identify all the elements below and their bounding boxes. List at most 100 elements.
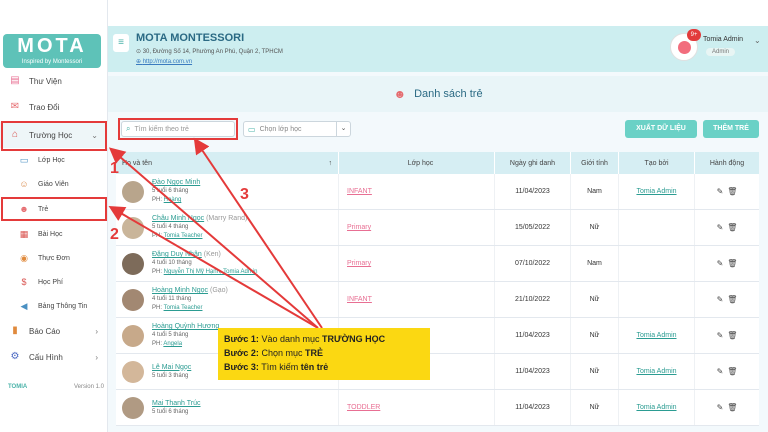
mota-logo[interactable]: MOTA Inspired by Montessori xyxy=(3,34,101,68)
child-nickname: (Marry Rand) xyxy=(206,215,248,222)
sidebar-subitem-lessons[interactable]: ▦ Bài Học xyxy=(0,223,108,245)
cell-gender: Nữ xyxy=(571,282,619,317)
parent-link[interactable]: Hoàng xyxy=(164,197,182,203)
creator-link[interactable]: Tomia Admin xyxy=(636,332,676,339)
cell-creator: Tomia Admin xyxy=(619,354,695,389)
organization-website-link[interactable]: ⊕ http://mota.com.vn xyxy=(136,58,192,65)
child-info: Đào Ngọc Minh 5 tuổi 6 tháng PH: Hoàng xyxy=(152,178,200,205)
parent-link[interactable]: Angela xyxy=(163,341,182,347)
teacher-icon: ☺ xyxy=(19,179,29,189)
sort-icon: ↑ xyxy=(328,159,333,167)
child-age: 5 tuổi 4 tháng xyxy=(152,224,189,230)
organization-name: MOTA MONTESSORI xyxy=(136,32,245,44)
trash-icon[interactable]: 🗑 xyxy=(727,187,737,196)
creator-link[interactable]: Tomia Admin xyxy=(636,188,676,195)
child-age: 5 tuổi 6 tháng xyxy=(152,408,189,415)
child-info: Hoàng Quỳnh Hương 4 tuổi 5 tháng PH: Ange… xyxy=(152,322,219,349)
step-number-3: 3 xyxy=(240,186,249,203)
step-2-text: Bước 2: Chọn mục TRẺ xyxy=(224,346,424,360)
table-row[interactable]: Mai Thanh Trúc 5 tuổi 6 tháng TODDLER 11/0… xyxy=(116,390,759,426)
table-row[interactable]: Đào Ngọc Minh 5 tuổi 6 tháng PH: Hoàng INF… xyxy=(116,174,759,210)
sidebar-item-reports[interactable]: ▮ Báo Cáo › xyxy=(0,318,108,344)
app-version: Version 1.0 xyxy=(73,384,104,390)
child-name-link[interactable]: Đặng Duy Nhân xyxy=(152,251,202,258)
sidebar-subitem-classes[interactable]: ▭ Lớp Học xyxy=(0,149,108,171)
parent-link[interactable]: Tomia Teacher xyxy=(164,233,203,239)
add-child-button[interactable]: THÊM TRẺ xyxy=(703,120,759,138)
hamburger-menu-button[interactable]: ≡ xyxy=(113,34,129,52)
class-link[interactable]: Primary xyxy=(347,260,371,267)
sidebar-item-library[interactable]: ▤ Thư Viện xyxy=(0,68,108,94)
trash-icon[interactable]: 🗑 xyxy=(727,295,737,304)
child-name-link[interactable]: Đào Ngọc Minh xyxy=(152,179,200,186)
sidebar-subitem-children[interactable]: ☻ Trẻ xyxy=(0,198,108,220)
sidebar-item-label: Cấu Hình xyxy=(29,352,63,362)
sidebar-subitem-tuition[interactable]: $ Học Phí xyxy=(0,271,108,293)
sidebar-subitem-teachers[interactable]: ☺ Giáo Viên xyxy=(0,173,108,195)
sidebar-subitem-menu[interactable]: ◉ Thực Đơn xyxy=(0,247,108,269)
export-data-button[interactable]: XUẤT DỮ LIỆU xyxy=(625,120,697,138)
child-name-link[interactable]: Lê Mai Ngọc xyxy=(152,364,191,371)
child-name-link[interactable]: Hoàng Minh Ngọc xyxy=(152,287,208,294)
trash-icon[interactable]: 🗑 xyxy=(727,259,737,268)
child-age: 4 tuổi 5 tháng xyxy=(152,332,189,338)
table-row[interactable]: Đặng Duy Nhân (Ken) 4 tuổi 10 tháng PH: Ng… xyxy=(116,246,759,282)
notification-badge[interactable]: 9+ xyxy=(687,29,701,41)
sidebar-item-label: Báo Cáo xyxy=(29,326,61,336)
trash-icon[interactable]: 🗑 xyxy=(727,367,737,376)
class-link[interactable]: TODDLER xyxy=(347,404,380,411)
cell-date: 11/04/2023 xyxy=(495,318,571,353)
edit-icon[interactable]: ✎ xyxy=(717,331,724,340)
sidebar-subitem-label: Bài Học xyxy=(38,230,63,238)
table-row[interactable]: Lê Mai Ngọc 5 tuổi 3 tháng 11/04/2023 Nữ To… xyxy=(116,354,759,390)
search-input[interactable]: ⌕ Tìm kiếm theo trẻ xyxy=(121,121,235,137)
edit-icon[interactable]: ✎ xyxy=(717,259,724,268)
edit-icon[interactable]: ✎ xyxy=(717,403,724,412)
cell-creator xyxy=(619,246,695,281)
sidebar-item-settings[interactable]: ⚙ Cấu Hình › xyxy=(0,344,108,370)
child-name-link[interactable]: Hoàng Quỳnh Hương xyxy=(152,323,219,330)
trash-icon[interactable]: 🗑 xyxy=(727,331,737,340)
table-row[interactable]: Hoàng Minh Ngọc (Gạo) 4 tuổi 11 tháng PH: … xyxy=(116,282,759,318)
step-1-target: TRƯỜNG HỌC xyxy=(322,334,386,344)
parent-link[interactable]: Nguyễn Thị Mỹ Hạnh, Tomia Admin xyxy=(164,269,258,275)
sidebar-item-school[interactable]: ⌂ Trường Học ⌄ xyxy=(0,122,108,148)
table-row[interactable]: Châu Minh Ngọc (Marry Rand) 5 tuổi 4 thán… xyxy=(116,210,759,246)
sidebar-footer: TOMIA Version 1.0 xyxy=(8,384,104,390)
cell-name: Đào Ngọc Minh 5 tuổi 6 tháng PH: Hoàng xyxy=(116,174,339,209)
sidebar-item-label: Thư Viện xyxy=(29,76,62,86)
school-icon: ⌂ xyxy=(11,129,19,140)
edit-icon[interactable]: ✎ xyxy=(717,367,724,376)
creator-link[interactable]: Tomia Admin xyxy=(636,368,676,375)
cell-gender: Nữ xyxy=(571,390,619,425)
trash-icon[interactable]: 🗑 xyxy=(727,403,737,412)
step-2-target: TRẺ xyxy=(305,348,323,358)
sidebar-subitem-label: Trẻ xyxy=(38,205,49,213)
header-name[interactable]: Họ và tên ↑ xyxy=(116,152,339,174)
table-row[interactable]: Hoàng Quỳnh Hương 4 tuổi 5 tháng PH: Ange… xyxy=(116,318,759,354)
child-name-link[interactable]: Châu Minh Ngọc xyxy=(152,215,204,222)
header-name-label: Họ và tên xyxy=(122,159,152,167)
user-name[interactable]: Tomia Admin xyxy=(703,36,743,43)
class-link[interactable]: Primary xyxy=(347,224,371,231)
chevron-down-icon[interactable]: ⌄ xyxy=(754,36,761,45)
class-link[interactable]: INFANT xyxy=(347,188,372,195)
edit-icon[interactable]: ✎ xyxy=(717,187,724,196)
child-nickname: (Gạo) xyxy=(209,287,228,294)
parent-link[interactable]: Tomia Teacher xyxy=(164,305,203,311)
cell-class: INFANT xyxy=(339,282,495,317)
sidebar-subitem-bulletin[interactable]: ◀ Bảng Thông Tin xyxy=(0,295,108,317)
class-link[interactable]: INFANT xyxy=(347,296,372,303)
child-info: Hoàng Minh Ngọc (Gạo) 4 tuổi 11 tháng PH: … xyxy=(152,286,228,313)
cell-name: Đặng Duy Nhân (Ken) 4 tuổi 10 tháng PH: Ng… xyxy=(116,246,339,281)
trash-icon[interactable]: 🗑 xyxy=(727,223,737,232)
creator-link[interactable]: Tomia Admin xyxy=(636,404,676,411)
food-icon: ◉ xyxy=(20,253,28,263)
sidebar-item-exchange[interactable]: ✉ Trao Đổi xyxy=(0,94,108,120)
cell-date: 11/04/2023 xyxy=(495,354,571,389)
edit-icon[interactable]: ✎ xyxy=(717,223,724,232)
child-name-link[interactable]: Mai Thanh Trúc xyxy=(152,400,201,407)
edit-icon[interactable]: ✎ xyxy=(717,295,724,304)
class-select[interactable]: ▭ Chọn lớp học ⌄ xyxy=(243,121,351,137)
cell-action: ✎ 🗑 xyxy=(695,210,759,245)
